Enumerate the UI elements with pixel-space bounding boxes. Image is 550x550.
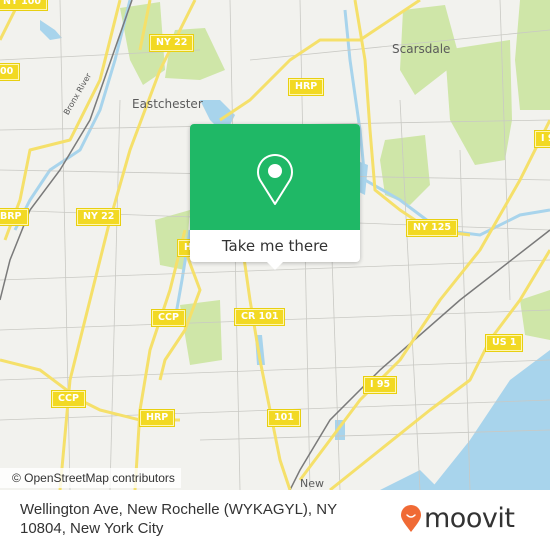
- road-shield-ny22: NY 22: [148, 34, 195, 52]
- lake: [40, 20, 62, 40]
- moovit-pin-icon: [401, 504, 421, 532]
- map-attribution[interactable]: © OpenStreetMap contributors: [0, 468, 181, 488]
- road-shield-hrp: HRP: [138, 409, 176, 427]
- park-area: [180, 300, 222, 365]
- brand-name: moovit: [424, 503, 515, 534]
- road-shield-ny100: 00: [0, 63, 21, 81]
- railway: [0, 0, 133, 301]
- road-shield-brp: BRP: [0, 208, 29, 226]
- place-label-eastchester: Eastchester: [132, 97, 203, 111]
- road-shield-hrp: HRP: [287, 78, 325, 96]
- moovit-logo: moovit: [400, 503, 515, 534]
- road-shield-ccp: CCP: [51, 390, 86, 408]
- map-canvas[interactable]: Eastchester Scarsdale New NY 22 NY 22 HR…: [0, 0, 550, 490]
- road-shield-i95: I 9: [533, 130, 550, 148]
- popup-header: [190, 124, 360, 230]
- address-text: Wellington Ave, New Rochelle (WYKAGYL), …: [20, 501, 337, 537]
- road-shield-ccp: CCP: [151, 309, 186, 327]
- road-shield-us1: US 1: [484, 334, 524, 352]
- bay: [380, 470, 440, 490]
- road-shield-cr101: CR 101: [233, 308, 286, 326]
- place-label-scarsdale: Scarsdale: [392, 42, 451, 56]
- bay: [430, 350, 550, 490]
- location-pin-icon: [257, 154, 293, 205]
- road-shield-i95: I 95: [362, 376, 398, 394]
- road-hrp-south: [133, 229, 187, 490]
- take-me-there-button[interactable]: Take me there: [190, 230, 360, 262]
- park-area: [515, 0, 550, 110]
- road-shield-ny22: NY 22: [75, 208, 122, 226]
- popup-pointer: [267, 262, 283, 270]
- road-shield-ny100: NY 100: [0, 0, 48, 11]
- park-area: [520, 290, 550, 340]
- place-label-new-rochelle: New: [300, 477, 324, 490]
- road-shield-ny125: NY 125: [406, 219, 458, 237]
- road-shield-101: 101: [267, 409, 301, 427]
- location-popup: Take me there: [190, 124, 360, 270]
- footer: Wellington Ave, New Rochelle (WYKAGYL), …: [0, 490, 550, 550]
